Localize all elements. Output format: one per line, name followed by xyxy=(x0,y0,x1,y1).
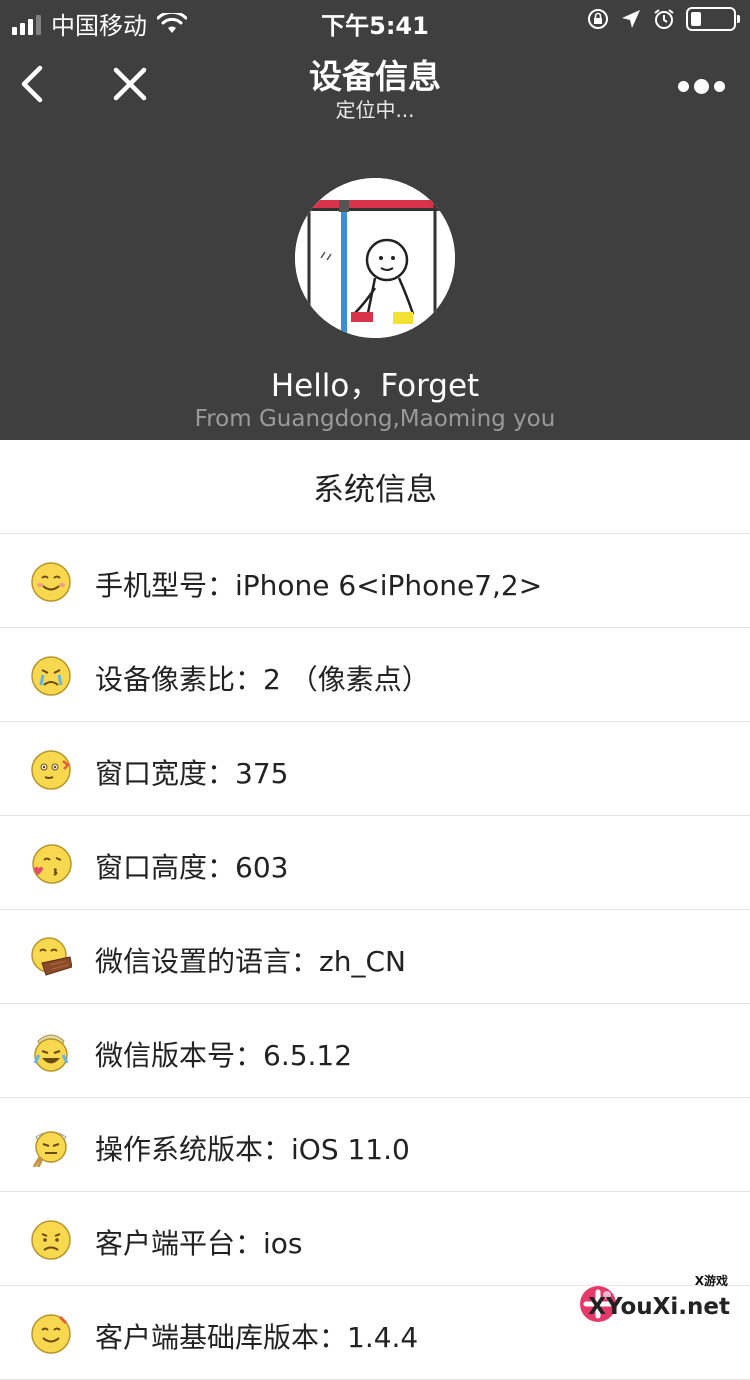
battery-icon xyxy=(686,7,736,31)
page-title: 设备信息 xyxy=(0,50,750,98)
navigation-bar: 设备信息 定位中... xyxy=(0,44,750,134)
site-watermark: X游戏 XYouXi.net xyxy=(572,1272,740,1328)
cartoon-avatar-image xyxy=(295,178,455,338)
list-item: 操作系统版本：iOS 11.0 xyxy=(0,1098,750,1192)
location-arrow-icon xyxy=(620,8,642,30)
smile-emoji-icon xyxy=(30,1313,72,1355)
laugh-cry-emoji-icon xyxy=(30,1031,72,1073)
list-item: 设备像素比：2 （像素点） xyxy=(0,628,750,722)
location-text: From Guangdong,Maoming you xyxy=(0,406,750,432)
list-item: 微信版本号：6.5.12 xyxy=(0,1004,750,1098)
profile-header: 中国移动 下午5:41 xyxy=(0,0,750,440)
orientation-lock-icon xyxy=(586,7,610,31)
list-item: 窗口高度：603 xyxy=(0,816,750,910)
list-item: 手机型号：iPhone 6<iPhone7,2> xyxy=(0,534,750,628)
os-version-label: 操作系统版本：iOS 11.0 xyxy=(95,1128,410,1168)
list-item: 窗口宽度：375 xyxy=(0,722,750,816)
page-subtitle: 定位中... xyxy=(0,94,750,123)
smile-emoji-icon xyxy=(30,561,72,603)
watermark-small-text: X游戏 xyxy=(695,1272,728,1289)
watermark-main-text: XYouXi.net xyxy=(588,1294,730,1320)
hide-emoji-icon xyxy=(30,937,72,979)
cry-emoji-icon xyxy=(30,655,72,697)
greeting-text: Hello，Forget xyxy=(0,360,750,405)
pixel-ratio-label: 设备像素比：2 （像素点） xyxy=(95,658,430,698)
wechat-language-label: 微信设置的语言：zh_CN xyxy=(95,940,406,980)
shy-emoji-icon xyxy=(30,749,72,791)
list-item: 微信设置的语言：zh_CN xyxy=(0,910,750,1004)
avatar xyxy=(295,178,455,338)
alarm-icon xyxy=(652,7,676,31)
window-width-label: 窗口宽度：375 xyxy=(95,752,288,792)
sdk-version-label: 客户端基础库版本：1.4.4 xyxy=(95,1316,418,1356)
status-right xyxy=(586,7,736,31)
struggle-emoji-icon xyxy=(30,1125,72,1167)
sad-emoji-icon xyxy=(30,1219,72,1261)
phone-model-label: 手机型号：iPhone 6<iPhone7,2> xyxy=(95,564,542,604)
system-info-list: 手机型号：iPhone 6<iPhone7,2> 设备像素比：2 （像素点） 窗… xyxy=(0,534,750,1380)
client-platform-label: 客户端平台：ios xyxy=(95,1222,303,1262)
status-bar: 中国移动 下午5:41 xyxy=(0,0,750,40)
section-title: 系统信息 xyxy=(0,440,750,534)
kiss-emoji-icon xyxy=(30,843,72,885)
window-height-label: 窗口高度：603 xyxy=(95,846,288,886)
more-options-icon[interactable] xyxy=(678,76,726,96)
wechat-version-label: 微信版本号：6.5.12 xyxy=(95,1034,352,1074)
